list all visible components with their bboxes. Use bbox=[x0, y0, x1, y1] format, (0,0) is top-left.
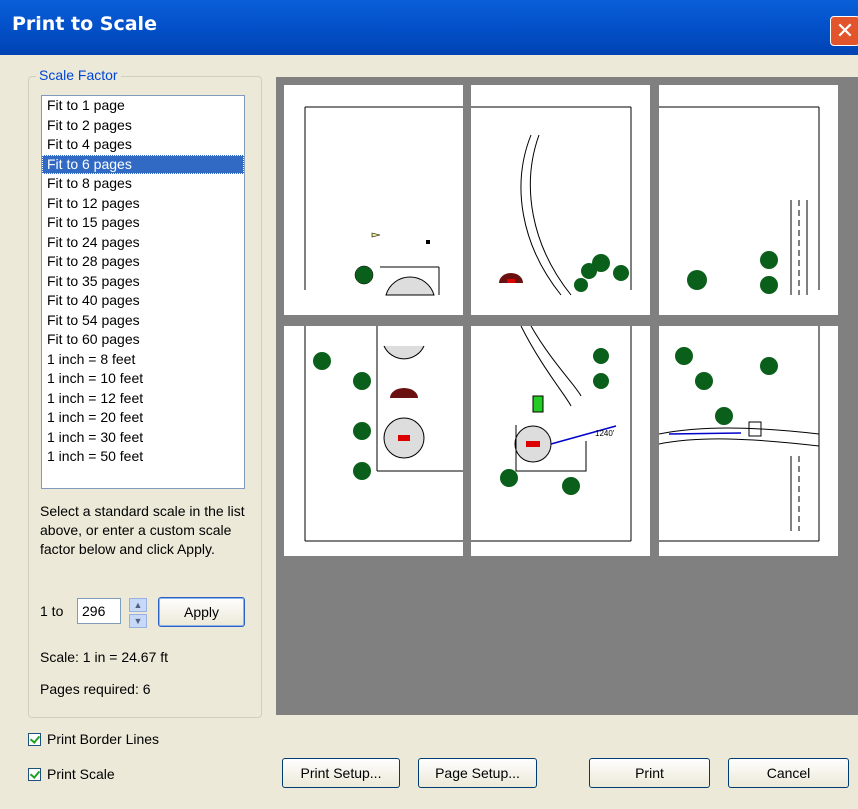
scale-list-item[interactable]: Fit to 54 pages bbox=[42, 311, 244, 331]
map-page-5: 1240' bbox=[471, 325, 632, 542]
preview-page-5: 1240' bbox=[471, 325, 650, 556]
checkbox-checked-icon[interactable] bbox=[28, 767, 41, 781]
scale-factor-list[interactable]: Fit to 1 page Fit to 2 pages Fit to 4 page… bbox=[41, 95, 245, 489]
close-button[interactable]: ✕ bbox=[830, 16, 858, 46]
close-icon: ✕ bbox=[835, 18, 855, 43]
map-page-6 bbox=[658, 326, 820, 542]
scale-list-item[interactable]: 1 inch = 8 feet bbox=[42, 350, 244, 370]
preview-page-6 bbox=[658, 326, 838, 556]
scale-list-item[interactable]: Fit to 4 pages bbox=[42, 135, 244, 155]
scale-list-item[interactable]: Fit to 8 pages bbox=[42, 174, 244, 194]
map-page-1 bbox=[304, 106, 463, 296]
checkbox-checked-icon[interactable] bbox=[28, 732, 41, 746]
distance-label: 1240' bbox=[595, 429, 615, 438]
print-scale-checkbox[interactable]: Print Scale bbox=[28, 766, 115, 782]
scale-list-item[interactable]: Fit to 28 pages bbox=[42, 252, 244, 272]
preview-page-2 bbox=[471, 85, 650, 315]
custom-scale-input[interactable] bbox=[77, 598, 121, 624]
window-title: Print to Scale bbox=[12, 13, 157, 35]
scale-list-item[interactable]: Fit to 24 pages bbox=[42, 233, 244, 253]
scale-list-item[interactable]: Fit to 12 pages bbox=[42, 194, 244, 214]
map-page-2 bbox=[471, 106, 632, 296]
spin-up-icon[interactable]: ▲ bbox=[129, 598, 147, 612]
scale-list-item[interactable]: Fit to 6 pages bbox=[42, 154, 244, 174]
print-scale-label: Print Scale bbox=[47, 766, 115, 782]
scale-list-item[interactable]: 1 inch = 12 feet bbox=[42, 389, 244, 409]
scale-spinner[interactable]: ▲ ▼ bbox=[129, 598, 147, 628]
print-border-lines-label: Print Border Lines bbox=[47, 731, 160, 747]
preview-page-3 bbox=[659, 85, 838, 315]
scale-list-item[interactable]: 1 inch = 30 feet bbox=[42, 428, 244, 448]
pages-required: Pages required: 6 bbox=[40, 681, 151, 697]
print-preview: 1240' bbox=[276, 77, 858, 715]
scale-list-item[interactable]: 1 inch = 20 feet bbox=[42, 408, 244, 428]
scale-list-item[interactable]: Fit to 40 pages bbox=[42, 291, 244, 311]
scale-list-item[interactable]: 1 inch = 10 feet bbox=[42, 369, 244, 389]
cancel-button[interactable]: Cancel bbox=[728, 758, 849, 788]
map-page-3 bbox=[659, 106, 820, 295]
preview-page-4 bbox=[284, 326, 463, 556]
print-border-lines-checkbox[interactable]: Print Border Lines bbox=[28, 731, 159, 747]
print-button[interactable]: Print bbox=[589, 758, 710, 788]
print-setup-button[interactable]: Print Setup... bbox=[282, 758, 400, 788]
title-bar: Print to Scale ✕ bbox=[0, 0, 858, 55]
scale-list-item[interactable]: 1 inch = 50 feet bbox=[42, 447, 244, 467]
map-page-4 bbox=[304, 326, 463, 542]
page-setup-button[interactable]: Page Setup... bbox=[418, 758, 537, 788]
help-text: Select a standard scale in the list abov… bbox=[40, 503, 245, 557]
spin-down-icon[interactable]: ▼ bbox=[129, 614, 147, 628]
scale-readout: Scale: 1 in = 24.67 ft bbox=[40, 649, 169, 665]
scale-list-item[interactable]: Fit to 60 pages bbox=[42, 330, 244, 350]
scale-list-item[interactable]: Fit to 1 page bbox=[42, 96, 244, 116]
apply-button[interactable]: Apply bbox=[158, 597, 245, 627]
scale-factor-legend: Scale Factor bbox=[36, 67, 121, 83]
preview-page-1 bbox=[284, 85, 463, 315]
scale-list-item[interactable]: Fit to 2 pages bbox=[42, 116, 244, 136]
scale-ratio-label: 1 to bbox=[40, 603, 64, 619]
scale-list-item[interactable]: Fit to 35 pages bbox=[42, 272, 244, 292]
scale-list-item[interactable]: Fit to 15 pages bbox=[42, 213, 244, 233]
